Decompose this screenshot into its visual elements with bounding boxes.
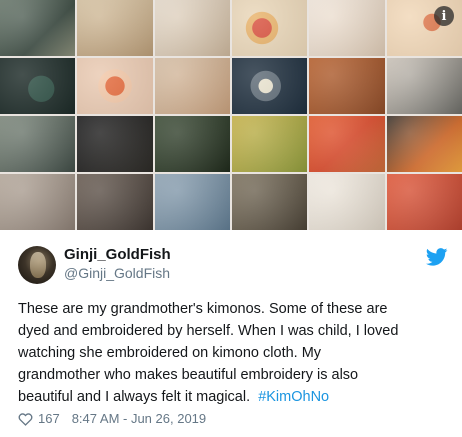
heart-icon[interactable] [18, 412, 33, 426]
tweet-text-last: beautiful and I always felt it magical. [18, 389, 251, 405]
tweet-text-line: watching she embroidered on kimono cloth… [18, 345, 322, 361]
photo-tile [154, 0, 230, 56]
photo-tile [309, 0, 385, 56]
tweet-card: i Ginji_GoldFish @Ginji_GoldFish These a… [0, 0, 462, 437]
display-name[interactable]: Ginji_GoldFish [64, 246, 171, 263]
photo-tile [154, 58, 230, 114]
photo-tile [386, 174, 462, 230]
photo-tile [232, 174, 308, 230]
tweet-text-line: grandmother who makes beautiful embroide… [18, 367, 359, 383]
photo-tile [154, 174, 230, 230]
photo-tile [309, 174, 385, 230]
photo-tile [0, 174, 76, 230]
photo-tile [154, 116, 230, 172]
photo-tile [232, 58, 308, 114]
photo-tile [309, 116, 385, 172]
photo-tile [0, 0, 76, 56]
tweet-text-line: These are my grandmother's kimonos. Some… [18, 301, 388, 317]
tweet-text-line: dyed and embroidered by herself. When I … [18, 323, 399, 339]
avatar[interactable] [18, 246, 56, 284]
photo-tile [232, 0, 308, 56]
like-count: 167 [38, 411, 60, 426]
photo-tile [77, 58, 153, 114]
photo-tile [77, 0, 153, 56]
kimono-photo-collage[interactable] [0, 0, 462, 230]
photo-tile [309, 58, 385, 114]
tweet-text: These are my grandmother's kimonos. Some… [18, 298, 448, 408]
hashtag-link[interactable]: #KimOhNo [258, 389, 329, 405]
user-handle[interactable]: @Ginji_GoldFish [64, 265, 170, 281]
photo-tile [0, 116, 76, 172]
photo-tile [77, 174, 153, 230]
tweet-text-line: beautiful and I always felt it magical. … [18, 386, 448, 408]
tweet-header: Ginji_GoldFish @Ginji_GoldFish [18, 244, 448, 288]
photo-tile [77, 116, 153, 172]
photo-tile [0, 58, 76, 114]
info-icon[interactable]: i [434, 6, 454, 26]
tweet-footer: 167 8:47 AM - Jun 26, 2019 [18, 411, 206, 426]
photo-tile [386, 116, 462, 172]
tweet-timestamp[interactable]: 8:47 AM - Jun 26, 2019 [72, 411, 206, 426]
photo-tile [386, 58, 462, 114]
photo-tile [232, 116, 308, 172]
twitter-bird-icon[interactable] [426, 248, 448, 266]
